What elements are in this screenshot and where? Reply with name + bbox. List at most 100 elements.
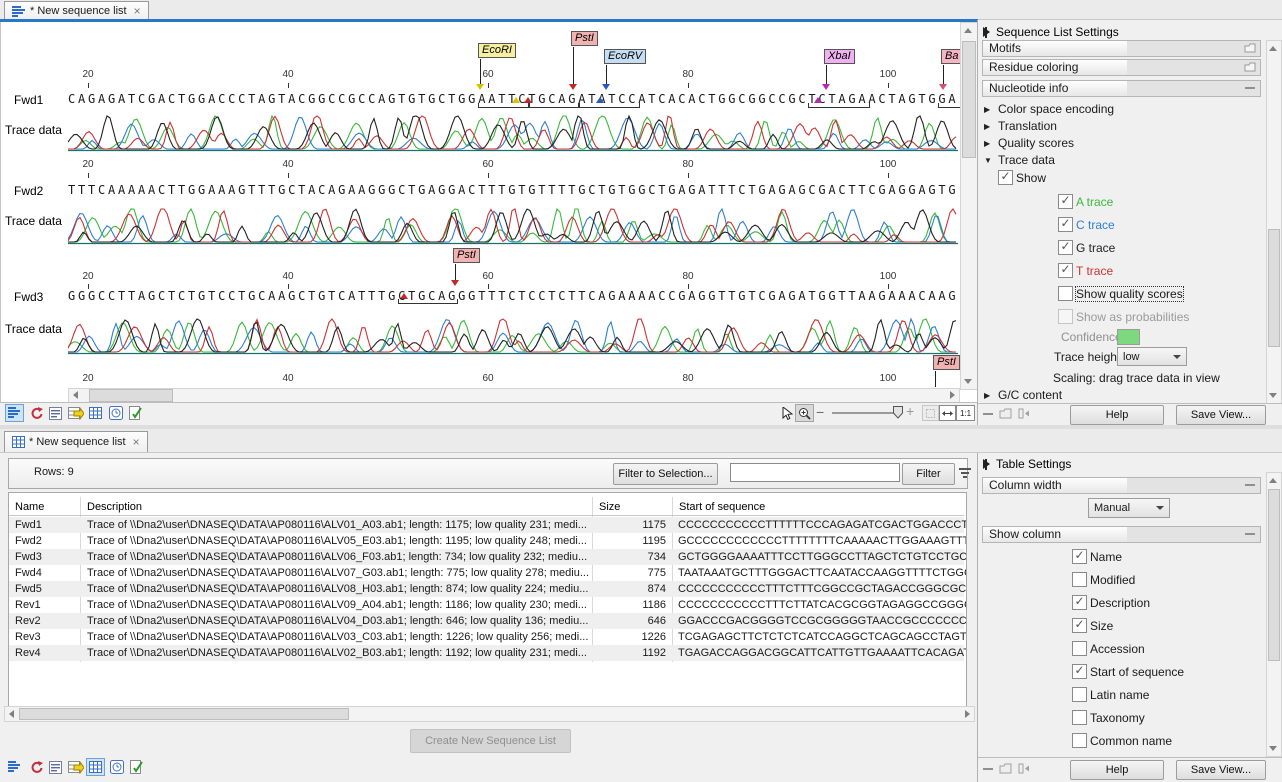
view-element-info-button[interactable] xyxy=(66,758,85,776)
fit-width-button[interactable] xyxy=(939,405,956,421)
column-width-section-header[interactable]: Column width xyxy=(982,477,1262,494)
view-report-button[interactable] xyxy=(127,758,146,776)
column-header-size[interactable]: Size xyxy=(599,501,620,513)
checkbox-column-taxonomy[interactable] xyxy=(1072,710,1087,725)
table-row[interactable]: Rev4Trace of \\Dna2\user\DNASEQ\DATA\AP0… xyxy=(9,645,964,661)
trace-chromatogram[interactable] xyxy=(68,205,958,245)
sequence-letters[interactable]: GGGCCTTAGCTCTGTCCTGCAAGCTGTCATTTGCTGCAGG… xyxy=(68,289,960,303)
folder-icon[interactable] xyxy=(999,763,1012,774)
zoom-slider-thumb[interactable] xyxy=(893,406,903,419)
close-icon[interactable]: × xyxy=(133,435,140,449)
vertical-scrollbar[interactable] xyxy=(960,22,978,390)
chevron-down-icon[interactable]: ▼ xyxy=(984,156,992,165)
horizontal-scrollbar[interactable] xyxy=(68,388,960,403)
checkbox-column-start[interactable]: ✓ xyxy=(1072,664,1087,679)
checkbox-column-name[interactable]: ✓ xyxy=(1072,549,1087,564)
collapse-sidebar-icon[interactable] xyxy=(983,413,993,415)
checkbox-show-trace[interactable]: ✓ xyxy=(998,170,1013,185)
restriction-site-bamhi[interactable]: Ba xyxy=(941,49,961,64)
zoom-tool-button[interactable] xyxy=(795,404,814,422)
restriction-site-psti[interactable]: PstI xyxy=(933,355,960,370)
tree-color-space-encoding[interactable]: ▶ Color space encoding xyxy=(984,102,1114,116)
table-row[interactable]: Fwd2Trace of \\Dna2\user\DNASEQ\DATA\AP0… xyxy=(9,533,964,549)
checkbox-a-trace[interactable]: ✓ xyxy=(1058,194,1073,209)
checkbox-column-accession[interactable] xyxy=(1072,641,1087,656)
collapse-section-icon[interactable] xyxy=(1245,87,1255,89)
tab-new-sequence-list-table[interactable]: * New sequence list × xyxy=(4,431,148,452)
zoom-100-button[interactable]: 1:1 xyxy=(956,405,975,421)
view-table-button[interactable] xyxy=(86,758,105,776)
trace-chromatogram[interactable] xyxy=(68,112,958,152)
zoom-in-button[interactable]: + xyxy=(906,403,914,419)
view-sequence-list-button[interactable] xyxy=(5,404,24,422)
zoom-out-button[interactable]: − xyxy=(816,404,824,420)
checkbox-column-latin-name[interactable] xyxy=(1072,687,1087,702)
sequence-settings-header[interactable]: Sequence List Settings xyxy=(985,25,1119,39)
scrollbar-thumb[interactable] xyxy=(1268,229,1280,347)
tree-translation[interactable]: ▶ Translation xyxy=(984,119,1057,133)
sidebar-scrollbar[interactable] xyxy=(1266,472,1282,757)
table-row[interactable]: Rev1Trace of \\Dna2\user\DNASEQ\DATA\AP0… xyxy=(9,597,964,613)
view-history-button[interactable] xyxy=(107,758,126,776)
checkbox-column-description[interactable]: ✓ xyxy=(1072,595,1087,610)
chevron-right-icon[interactable]: ▶ xyxy=(984,139,992,148)
chevron-right-icon[interactable]: ▶ xyxy=(984,122,992,131)
open-section-icon[interactable] xyxy=(1244,62,1256,72)
trace-chromatogram[interactable] xyxy=(68,315,958,355)
column-width-dropdown[interactable]: Manual xyxy=(1088,498,1170,518)
view-report-button[interactable] xyxy=(126,404,145,422)
save-view-button[interactable]: Save View... xyxy=(1176,760,1266,780)
show-column-section-header[interactable]: Show column xyxy=(982,526,1262,543)
restriction-site-ecorv[interactable]: EcoRV xyxy=(604,49,646,64)
motifs-section-header[interactable]: Motifs xyxy=(982,40,1262,57)
view-table-button[interactable] xyxy=(86,404,105,422)
collapse-section-icon[interactable] xyxy=(1245,484,1255,486)
scrollbar-thumb[interactable] xyxy=(19,708,349,720)
column-header-name[interactable]: Name xyxy=(15,501,44,513)
tree-quality-scores[interactable]: ▶ Quality scores xyxy=(984,136,1074,150)
sidebar-scrollbar[interactable] xyxy=(1266,40,1282,404)
restriction-site-psti[interactable]: PstI xyxy=(453,248,480,263)
dock-view-icon[interactable] xyxy=(1018,408,1031,419)
restriction-site-psti[interactable]: PstI xyxy=(571,31,598,46)
view-circular-button[interactable] xyxy=(26,758,45,776)
collapse-sidebar-icon[interactable] xyxy=(983,768,993,770)
filter-to-selection-button[interactable]: Filter to Selection... xyxy=(613,463,718,485)
checkbox-t-trace[interactable]: ✓ xyxy=(1058,263,1073,278)
checkbox-column-common-name[interactable] xyxy=(1072,733,1087,748)
table-row[interactable]: Rev2Trace of \\Dna2\user\DNASEQ\DATA\AP0… xyxy=(9,613,964,629)
close-icon[interactable]: × xyxy=(134,4,141,18)
column-header-start[interactable]: Start of sequence xyxy=(679,501,765,513)
help-button[interactable]: Help xyxy=(1070,405,1164,425)
table-row[interactable]: Fwd1Trace of \\Dna2\user\DNASEQ\DATA\AP0… xyxy=(9,517,964,533)
zoom-selection-button[interactable] xyxy=(922,405,939,421)
collapse-section-icon[interactable] xyxy=(1245,533,1255,535)
checkbox-show-as-probabilities[interactable] xyxy=(1058,309,1073,324)
chevron-right-icon[interactable]: ▶ xyxy=(984,391,992,400)
checkbox-c-trace[interactable]: ✓ xyxy=(1058,217,1073,232)
filter-input[interactable] xyxy=(730,463,900,482)
create-new-sequence-list-button[interactable]: Create New Sequence List xyxy=(410,729,571,753)
restriction-site-ecori[interactable]: EcoRI xyxy=(478,43,516,58)
view-text-button[interactable] xyxy=(46,758,65,776)
trace-height-dropdown[interactable]: low xyxy=(1117,347,1187,366)
table-horizontal-scrollbar[interactable] xyxy=(4,706,975,722)
zoom-slider-track[interactable] xyxy=(832,412,896,414)
view-history-button[interactable] xyxy=(106,404,125,422)
sequence-letters[interactable]: TTTCAAAAACTTGGAAAGTTTGCTACAGAAGGGCTGAGGA… xyxy=(68,183,960,197)
table-row[interactable]: Fwd3Trace of \\Dna2\user\DNASEQ\DATA\AP0… xyxy=(9,549,964,565)
chevron-right-icon[interactable]: ▶ xyxy=(984,105,992,114)
filter-options-icon[interactable] xyxy=(957,466,973,480)
checkbox-column-modified[interactable] xyxy=(1072,572,1087,587)
view-circular-button[interactable] xyxy=(26,404,45,422)
view-text-button[interactable] xyxy=(46,404,65,422)
table-settings-header[interactable]: Table Settings xyxy=(985,457,1071,471)
table-row[interactable]: Fwd4Trace of \\Dna2\user\DNASEQ\DATA\AP0… xyxy=(9,565,964,581)
open-section-icon[interactable] xyxy=(1244,43,1256,53)
table-row[interactable]: Fwd5Trace of \\Dna2\user\DNASEQ\DATA\AP0… xyxy=(9,581,964,597)
residue-coloring-section-header[interactable]: Residue coloring xyxy=(982,59,1262,76)
nucleotide-info-section-header[interactable]: Nucleotide info xyxy=(982,80,1262,97)
scrollbar-thumb[interactable] xyxy=(89,389,173,402)
restriction-site-xbai[interactable]: XbaI xyxy=(824,49,855,64)
help-button[interactable]: Help xyxy=(1070,760,1164,780)
